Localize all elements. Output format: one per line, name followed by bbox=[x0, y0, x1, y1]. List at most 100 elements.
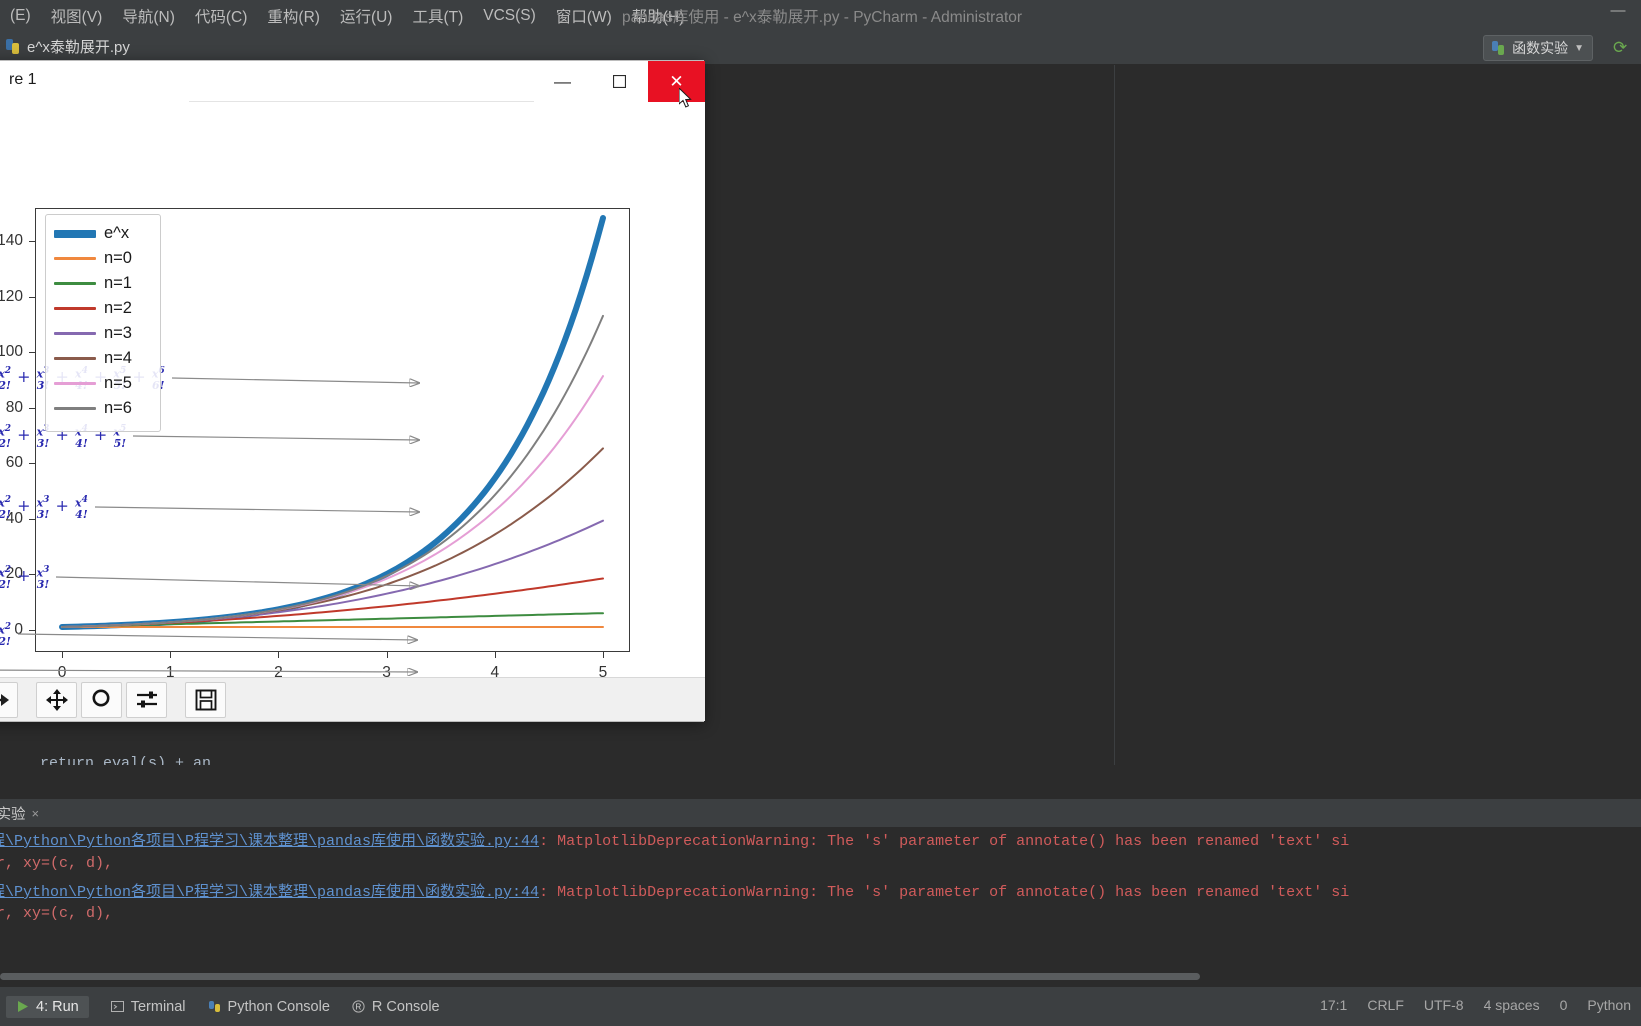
pan-button[interactable] bbox=[36, 681, 77, 718]
legend-label: n=4 bbox=[104, 349, 132, 367]
status-indicators: 17:1 CRLF UTF-8 4 spaces 0 Python bbox=[1320, 997, 1631, 1013]
screen: (E) 视图(V) 导航(N) 代码(C) 重构(R) 运行(U) 工具(T) … bbox=[0, 0, 1641, 1026]
r-icon: R bbox=[352, 1000, 366, 1014]
forward-arrow-icon bbox=[0, 693, 9, 706]
file-tab-taylor[interactable]: e^x泰勒展开.py bbox=[6, 36, 130, 57]
legend-color-swatch bbox=[54, 407, 96, 410]
console-line: plt.annotate(s=sr, xy=(c, d), bbox=[0, 905, 114, 922]
run-console-panel[interactable]: 2() 数实验 × 2()\备用文档\计算机编程\Python\Python各项… bbox=[0, 765, 1641, 986]
menu-item-vcs[interactable]: VCS(S) bbox=[473, 7, 546, 25]
annotation-arrow-n1 bbox=[0, 670, 417, 672]
status-indicator[interactable]: 17:1 bbox=[1320, 997, 1347, 1013]
annotation-arrow-n3 bbox=[55, 576, 419, 586]
menu-item-view[interactable]: 视图(V) bbox=[41, 5, 113, 27]
taylor-annotation-n4: f(x) = 1 + x11! + x22! + x33! + x44! bbox=[0, 495, 88, 522]
console-tab-function-experiment[interactable]: 数实验 × bbox=[0, 803, 39, 824]
run-configuration-selector[interactable]: 函数实验 ▼ bbox=[1483, 35, 1593, 61]
figure-minimize-button[interactable]: — bbox=[534, 61, 591, 102]
console-line: plt.annotate(s=sr, xy=(c, d), bbox=[0, 855, 114, 872]
legend-color-swatch bbox=[54, 332, 96, 335]
figure-canvas[interactable]: 020406080100120140 012345 f(x) = 1 + x11… bbox=[0, 102, 705, 681]
status-indicator[interactable]: 0 bbox=[1560, 997, 1568, 1013]
legend-item: n=6 bbox=[54, 396, 152, 421]
annotation-arrow-n6 bbox=[171, 377, 419, 383]
annotation-arrow-n4 bbox=[94, 506, 419, 512]
python-file-icon bbox=[6, 39, 21, 54]
figure-titlebar[interactable]: re 1 — ✕ bbox=[0, 61, 705, 102]
run-configuration-label: 函数实验 bbox=[1512, 40, 1569, 56]
legend-color-swatch bbox=[54, 257, 96, 260]
svg-text:R: R bbox=[355, 1003, 361, 1012]
legend-color-swatch bbox=[54, 357, 96, 360]
sliders-icon bbox=[136, 691, 157, 707]
annotation-arrow-n5 bbox=[132, 435, 419, 440]
statusbar-tab-label: R Console bbox=[371, 999, 440, 1015]
python-icon bbox=[208, 1000, 222, 1014]
legend-item: e^x bbox=[54, 221, 152, 246]
menu-item-refactor[interactable]: 重构(R) bbox=[257, 5, 330, 27]
ide-minimize-button[interactable]: — bbox=[1603, 2, 1633, 19]
legend-label: n=1 bbox=[104, 274, 132, 292]
close-icon[interactable]: × bbox=[32, 806, 40, 821]
legend-item: n=3 bbox=[54, 321, 152, 346]
console-horizontal-scrollbar[interactable] bbox=[0, 973, 1200, 980]
python-config-icon bbox=[1492, 41, 1506, 55]
statusbar-tab-r-console[interactable]: R R Console bbox=[352, 999, 440, 1015]
zoom-button[interactable] bbox=[81, 681, 122, 718]
legend-label: n=5 bbox=[104, 374, 132, 392]
legend-label: e^x bbox=[104, 224, 130, 242]
statusbar-tab-4-run[interactable]: 4: Run bbox=[6, 996, 89, 1018]
taylor-annotation-n2: f(x) = 1 + x11! + x22! bbox=[0, 622, 12, 649]
legend-item: n=1 bbox=[54, 271, 152, 296]
console-tab-label: 数实验 bbox=[0, 807, 26, 823]
floppy-save-icon bbox=[195, 689, 216, 710]
menu-item-run[interactable]: 运行(U) bbox=[330, 5, 403, 27]
figure-title: re 1 bbox=[9, 71, 37, 88]
menu-item-tools[interactable]: 工具(T) bbox=[402, 5, 473, 27]
console-path-link[interactable]: \备用文档\计算机编程\Python\Python各项目\P程学习\课本整理\p… bbox=[0, 884, 539, 901]
annotation-arrow-n2 bbox=[17, 633, 417, 640]
forward-button[interactable] bbox=[0, 681, 18, 718]
reload-icon[interactable]: ⟳ bbox=[1613, 39, 1631, 57]
console-warning-text: : MatplotlibDeprecationWarning: The 's' … bbox=[539, 833, 1350, 850]
chevron-down-icon: ▼ bbox=[1574, 42, 1584, 54]
statusbar-tab-terminal[interactable]: Terminal bbox=[110, 999, 186, 1015]
statusbar-tab-python-console[interactable]: Python Console bbox=[208, 999, 330, 1015]
matplotlib-figure-window[interactable]: re 1 — ✕ 0 20 40 60 80 100 120 140 012345 bbox=[0, 60, 705, 722]
legend-label: n=2 bbox=[104, 299, 132, 317]
file-tab-label: e^x泰勒展开.py bbox=[27, 39, 130, 56]
statusbar-tab-label: Terminal bbox=[130, 999, 186, 1015]
legend-item: n=0 bbox=[54, 246, 152, 271]
ide-menubar: (E) 视图(V) 导航(N) 代码(C) 重构(R) 运行(U) 工具(T) … bbox=[0, 0, 1641, 31]
legend-label: n=6 bbox=[104, 399, 132, 417]
status-bar: 4: Run Terminal Python Console R R Console 1… bbox=[0, 986, 1641, 1026]
status-indicator[interactable]: 4 spaces bbox=[1484, 997, 1540, 1013]
console-line: \备用文档\计算机编程\Python\Python各项目\P程学习\课本整理\p… bbox=[0, 880, 1349, 901]
legend-color-swatch bbox=[54, 229, 96, 238]
status-indicator[interactable]: UTF-8 bbox=[1424, 997, 1464, 1013]
menu-item-window[interactable]: 窗口(W) bbox=[546, 5, 622, 27]
figure-close-button[interactable]: ✕ bbox=[648, 61, 705, 102]
menu-item-navigate[interactable]: 导航(N) bbox=[112, 5, 185, 27]
menu-item-code[interactable]: 代码(C) bbox=[185, 5, 258, 27]
console-warning-text: : MatplotlibDeprecationWarning: The 's' … bbox=[539, 884, 1350, 901]
menu-item-edit[interactable]: (E) bbox=[0, 7, 41, 25]
console-tabbar: 数实验 × bbox=[0, 799, 1641, 827]
console-path-link[interactable]: \备用文档\计算机编程\Python\Python各项目\P程学习\课本整理\p… bbox=[0, 833, 539, 850]
status-indicator[interactable]: CRLF bbox=[1367, 997, 1404, 1013]
pan-move-icon bbox=[45, 688, 68, 711]
figure-maximize-button[interactable] bbox=[591, 61, 648, 102]
taylor-annotation-n3: f(x) = 1 + x11! + x22! + x33! bbox=[0, 565, 50, 592]
legend-color-swatch bbox=[54, 307, 96, 310]
figure-navigation-toolbar[interactable] bbox=[0, 677, 705, 721]
status-indicator[interactable]: Python bbox=[1587, 997, 1631, 1013]
plot-legend: e^x n=0 n=1 n=2 n=3 n=4 n=5 n=6 bbox=[45, 214, 161, 432]
statusbar-tab-label: 4: Run bbox=[36, 999, 79, 1015]
run-icon bbox=[16, 1000, 30, 1014]
legend-item: n=5 bbox=[54, 371, 152, 396]
legend-color-swatch bbox=[54, 282, 96, 285]
save-button[interactable] bbox=[185, 681, 226, 718]
legend-color-swatch bbox=[54, 382, 96, 385]
configure-subplots-button[interactable] bbox=[126, 681, 167, 718]
legend-label: n=0 bbox=[104, 249, 132, 267]
